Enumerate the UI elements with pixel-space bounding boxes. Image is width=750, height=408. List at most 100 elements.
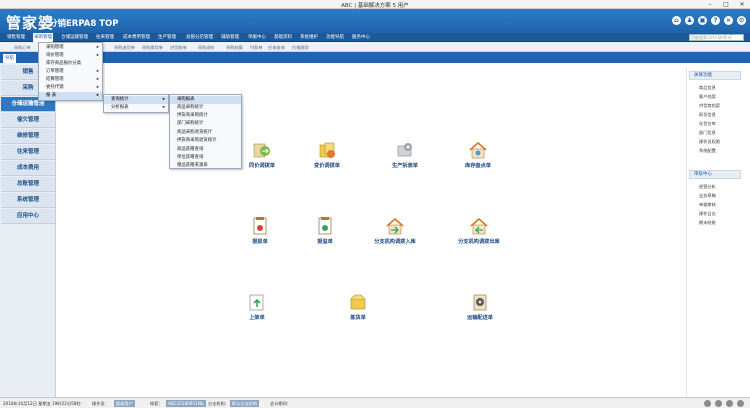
function-branch-inbound[interactable]: 分支机构调拨入库 — [368, 216, 422, 245]
settings-icon[interactable]: ⚙ — [737, 16, 746, 25]
tab-navigation[interactable]: 导航 — [3, 54, 16, 63]
related-link[interactable]: 职员信息 — [699, 112, 716, 118]
phone-icon[interactable] — [726, 400, 733, 407]
function-label: 分支机构调拨出库 — [458, 239, 500, 245]
menu-item-reports[interactable]: 报 表 ▸ — [39, 92, 102, 100]
chevron-right-icon: ▸ — [96, 69, 99, 74]
sidebar-item-cost[interactable]: 成本费用 — [1, 161, 55, 176]
function-shelving[interactable]: 上架单 — [242, 292, 272, 321]
quick-item[interactable]: 采购询价 — [198, 44, 215, 51]
reports-submenu: 查询统计 ▸ 分析报表 ▸ — [103, 94, 169, 113]
function-delivery[interactable]: 运输配送单 — [460, 292, 500, 321]
menu-cost[interactable]: 成本费用管理 — [123, 33, 150, 42]
function-label: 同价调拨单 — [249, 163, 275, 169]
close-window-button[interactable]: ✕ — [734, 0, 750, 9]
user-status-icon[interactable] — [704, 400, 711, 407]
menu-documents[interactable]: 单据中心 — [248, 33, 266, 42]
sidebar-item-system[interactable]: 系统管理 — [1, 193, 55, 208]
quick-item[interactable]: 采购换货单 — [142, 44, 163, 51]
lock-icon[interactable]: ▣ — [698, 16, 707, 25]
quick-item[interactable]: 往来查询 — [268, 44, 285, 51]
menu-production[interactable]: 生产管理 — [158, 33, 176, 42]
menu-item-product-purchase-stats[interactable]: 商品采购统计 — [170, 104, 241, 112]
menu-branch[interactable]: 总部分店管理 — [186, 33, 213, 42]
branch-outbound-icon — [469, 216, 489, 236]
menu-accounts[interactable]: 往来管理 — [96, 33, 114, 42]
user-icon[interactable]: ♟ — [685, 16, 694, 25]
menu-basic-data[interactable]: 基础资料 — [274, 33, 292, 42]
quick-item[interactable]: 价格跟踪 — [292, 44, 309, 51]
review-center-heading: 审核中心 — [689, 170, 741, 179]
related-link[interactable]: 部门信息 — [699, 130, 716, 136]
sidebar: 销售 采购 仓储运输管理 催欠管理 维修管理 往来管理 成本费用 总账管理 系统… — [0, 63, 56, 397]
function-branch-outbound[interactable]: 分支机构调拨出库 — [452, 216, 506, 245]
related-link[interactable]: 客户档案 — [699, 94, 716, 100]
menu-item-purchase-mgmt[interactable]: 采购管理 ▸ — [39, 44, 102, 52]
sidebar-item-accounts[interactable]: 往来管理 — [1, 145, 55, 160]
review-link[interactable]: 操作日志 — [699, 211, 716, 217]
status-branch-value: 默认分支机构 — [230, 400, 260, 407]
function-picking[interactable]: 拣货单 — [343, 292, 373, 321]
function-production-assembly[interactable]: 生产拆装单 — [384, 140, 426, 169]
function-same-price-transfer[interactable]: 同价调拨单 — [242, 140, 282, 169]
function-variable-price-transfer[interactable]: 变价调拨单 — [307, 140, 347, 169]
menu-item-price-category[interactable]: 库存商品报价分类 — [39, 60, 102, 68]
menu-item-inquiry[interactable]: 询价管理 ▸ — [39, 52, 102, 60]
menu-item-analysis-reports[interactable]: 分析报表 ▸ — [104, 104, 168, 112]
chevron-right-icon: ▸ — [96, 93, 99, 98]
menu-purchase[interactable]: 采购管理 — [33, 33, 53, 42]
function-label: 报溢单 — [317, 239, 333, 245]
overflow-report-icon — [315, 216, 335, 236]
review-link[interactable]: 单据审核 — [699, 202, 716, 208]
sidebar-item-ledger[interactable]: 总账管理 — [1, 177, 55, 192]
menu-item-query-stats[interactable]: 查询统计 ▸ — [104, 96, 168, 104]
sidebar-item-collection[interactable]: 催欠管理 — [1, 113, 55, 128]
maximize-button[interactable]: □ — [718, 0, 734, 9]
function-label: 运输配送单 — [467, 315, 493, 321]
review-link[interactable]: 经营分析 — [699, 184, 716, 190]
review-link[interactable]: 期末结账 — [699, 220, 716, 226]
menu-item-product-receipt-stats[interactable]: 商品采购进货统计 — [170, 129, 241, 137]
menu-warehouse[interactable]: 仓储运输管理 — [61, 33, 88, 42]
menu-sales[interactable]: 销售管理 — [7, 33, 25, 42]
menu-item-product-gift-query[interactable]: 商品获赠查询 — [170, 146, 241, 154]
function-overflow-report[interactable]: 报溢单 — [307, 216, 343, 245]
main-menubar: 销售管理 采购管理 仓储运输管理 往来管理 成本费用管理 生产管理 总部分店管理… — [0, 33, 750, 42]
menu-item-supplier-return-stats[interactable]: 供货商采购退货统计 — [170, 137, 241, 145]
quick-item[interactable]: 采购订单 — [14, 44, 31, 51]
close-icon[interactable]: × — [724, 16, 733, 25]
function-loss-report[interactable]: 报损单 — [242, 216, 278, 245]
quick-item[interactable]: 采购退货单 — [114, 44, 135, 51]
menu-item-orders[interactable]: 订单管理 ▸ — [39, 68, 102, 76]
menu-item-consignment[interactable]: 委托代销 ▸ — [39, 84, 102, 92]
quick-item[interactable]: 付款单 — [250, 44, 263, 51]
menu-item-department-purchase-stats[interactable]: 部门采购统计 — [170, 120, 241, 128]
menu-auxiliary[interactable]: 辅助管理 — [221, 33, 239, 42]
minimize-button[interactable]: – — [702, 0, 718, 9]
menu-item-unit-gift-query[interactable]: 单位获赠查询 — [170, 154, 241, 162]
related-link[interactable]: 存货仓库 — [699, 121, 716, 127]
related-link[interactable]: 操作员权限 — [699, 139, 720, 145]
quick-item[interactable]: 进货账单 — [170, 44, 187, 51]
message-icon[interactable] — [715, 400, 722, 407]
menu-item-supplier-purchase-stats[interactable]: 供货商采购统计 — [170, 112, 241, 120]
menu-navigation[interactable]: 功能导航 — [326, 33, 344, 42]
chevron-right-icon: ▸ — [162, 105, 165, 110]
related-link[interactable]: 系统配置 — [699, 148, 716, 154]
function-inventory-count[interactable]: 库存盘点单 — [458, 140, 498, 169]
menu-system[interactable]: 系统维护 — [300, 33, 318, 42]
home-icon[interactable]: ⌂ — [672, 16, 681, 25]
review-link[interactable]: 业务草稿 — [699, 193, 716, 199]
function-search-input[interactable]: 功能搜索Ctrl+Shift+F — [689, 34, 744, 41]
menu-service[interactable]: 服务中心 — [352, 33, 370, 42]
help-icon[interactable]: ? — [711, 16, 720, 25]
sidebar-item-apps[interactable]: 应用中心 — [1, 209, 55, 224]
sidebar-item-repair[interactable]: 维修管理 — [1, 129, 55, 144]
menu-item-settlement[interactable]: 结算管理 ▸ — [39, 76, 102, 84]
related-link[interactable]: 商品信息 — [699, 85, 716, 91]
menu-item-purchase-report[interactable]: 采购报表 — [170, 96, 241, 104]
related-link[interactable]: 供货商档案 — [699, 103, 720, 109]
settings-status-icon[interactable] — [737, 400, 744, 407]
quick-item[interactable]: 采购结算 — [226, 44, 243, 51]
menu-item-gift-source-table[interactable]: 赠品获赠来源表 — [170, 162, 241, 170]
